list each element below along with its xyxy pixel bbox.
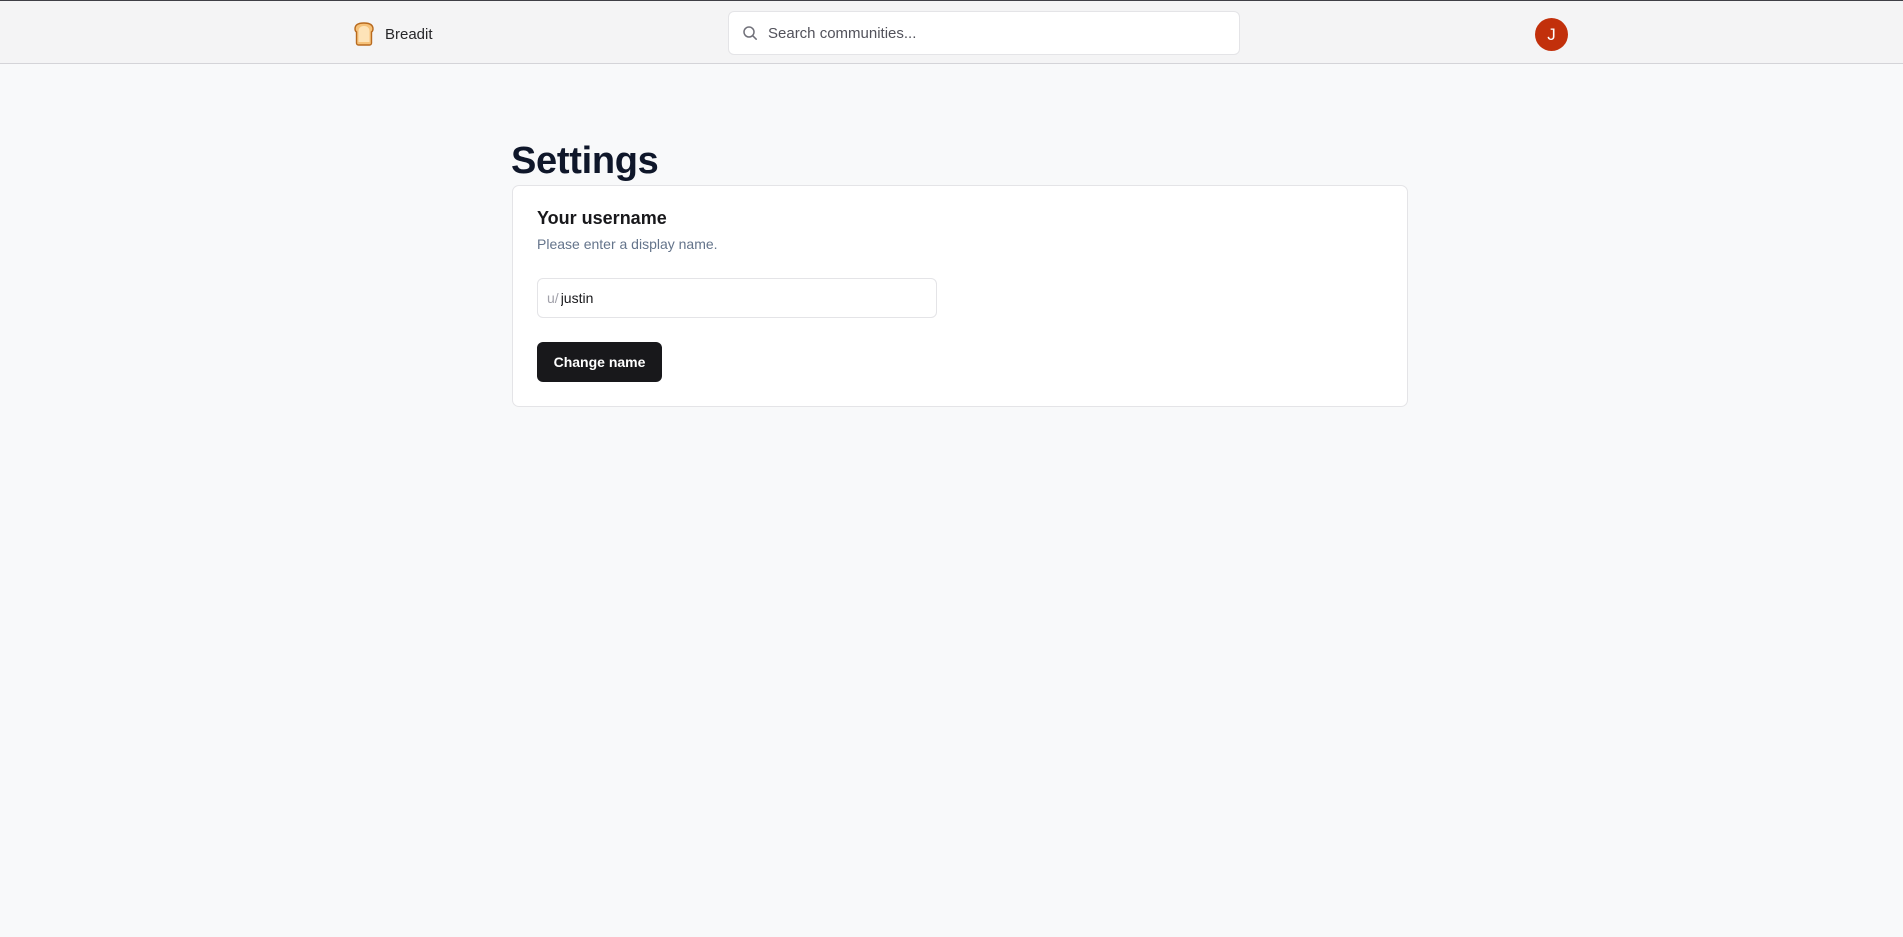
search-input[interactable] [768, 24, 1228, 42]
username-card: Your username Please enter a display nam… [512, 185, 1408, 407]
username-prefix: u/ [547, 290, 559, 306]
username-input[interactable] [560, 290, 931, 306]
search-icon [743, 26, 757, 40]
user-avatar[interactable]: J [1535, 18, 1568, 51]
brand-name: Breadit [385, 25, 433, 43]
avatar-initial: J [1547, 24, 1556, 44]
username-field[interactable]: u/ [537, 278, 937, 318]
home-link[interactable]: Breadit [351, 21, 433, 47]
page-title: Settings [511, 140, 659, 182]
navbar: Breadit J [0, 0, 1903, 64]
card-title: Your username [537, 208, 667, 228]
search-bar[interactable] [728, 11, 1240, 55]
card-description: Please enter a display name. [537, 236, 718, 252]
bread-icon [354, 22, 374, 46]
change-name-button[interactable]: Change name [537, 342, 662, 382]
